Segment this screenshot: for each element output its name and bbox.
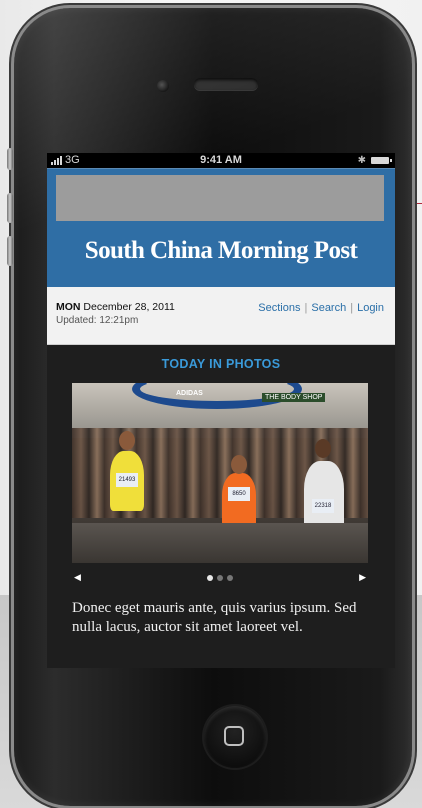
runner-right (304, 461, 344, 531)
front-camera (157, 80, 169, 92)
nav-separator: | (350, 302, 354, 314)
runner-right-bib: 22318 (312, 499, 334, 513)
date-line: MON December 28, 2011 (56, 301, 175, 313)
ringer-switch[interactable] (7, 148, 13, 170)
battery-icon (371, 157, 392, 164)
nav-separator: | (304, 302, 308, 314)
masthead: South China Morning Post (47, 168, 395, 287)
nav-login-link[interactable]: Login (357, 302, 384, 314)
top-nav: Sections | Search | Login (258, 302, 384, 314)
photo-carousel-controls: ◀ ▶ (72, 572, 368, 586)
featured-photo[interactable]: ADIDAS THE BODY SHOP 21493 8650 22318 (72, 383, 368, 563)
volume-up-button[interactable] (7, 193, 13, 223)
status-right: ✱ (357, 153, 392, 168)
runner-center-bib: 8650 (228, 487, 250, 501)
date-text: December 28, 2011 (83, 301, 175, 313)
runner-left-bib: 21493 (116, 473, 138, 487)
section-title-photos: TODAY IN PHOTOS (161, 357, 281, 371)
runner-left-head (119, 431, 135, 450)
home-square-icon (224, 726, 244, 746)
volume-down-button[interactable] (7, 236, 13, 266)
photo-banner-text: ADIDAS (176, 390, 203, 397)
site-logo[interactable]: South China Morning Post (47, 237, 395, 265)
ad-banner-placeholder[interactable] (56, 175, 384, 221)
next-arrow-icon[interactable]: ▶ (359, 572, 366, 583)
nav-sections-link[interactable]: Sections (258, 302, 300, 314)
runner-center-head (231, 455, 247, 474)
carousel-dot-active[interactable] (207, 575, 213, 581)
runner-right-head (315, 439, 331, 458)
carousel-dot[interactable] (217, 575, 223, 581)
status-bar: 3G 9:41 AM ✱ (47, 153, 395, 168)
bluetooth-icon: ✱ (357, 155, 366, 166)
photo-road (72, 523, 368, 563)
carousel-dots (72, 575, 368, 581)
home-button[interactable] (204, 706, 266, 768)
photo-shop-sign: THE BODY SHOP (262, 393, 326, 402)
phone-screen: 3G 9:41 AM ✱ South China Morning Post MO… (47, 153, 395, 668)
earpiece-speaker (194, 78, 258, 90)
updated-time: Updated: 12:21pm (56, 315, 139, 326)
photo-caption: Donec eget mauris ante, quis varius ipsu… (72, 600, 357, 635)
carousel-dot[interactable] (227, 575, 233, 581)
weekday: MON (56, 301, 81, 313)
date-bar: MON December 28, 2011 Updated: 12:21pm S… (47, 287, 395, 345)
nav-search-link[interactable]: Search (311, 302, 346, 314)
status-time: 9:41 AM (200, 154, 242, 166)
